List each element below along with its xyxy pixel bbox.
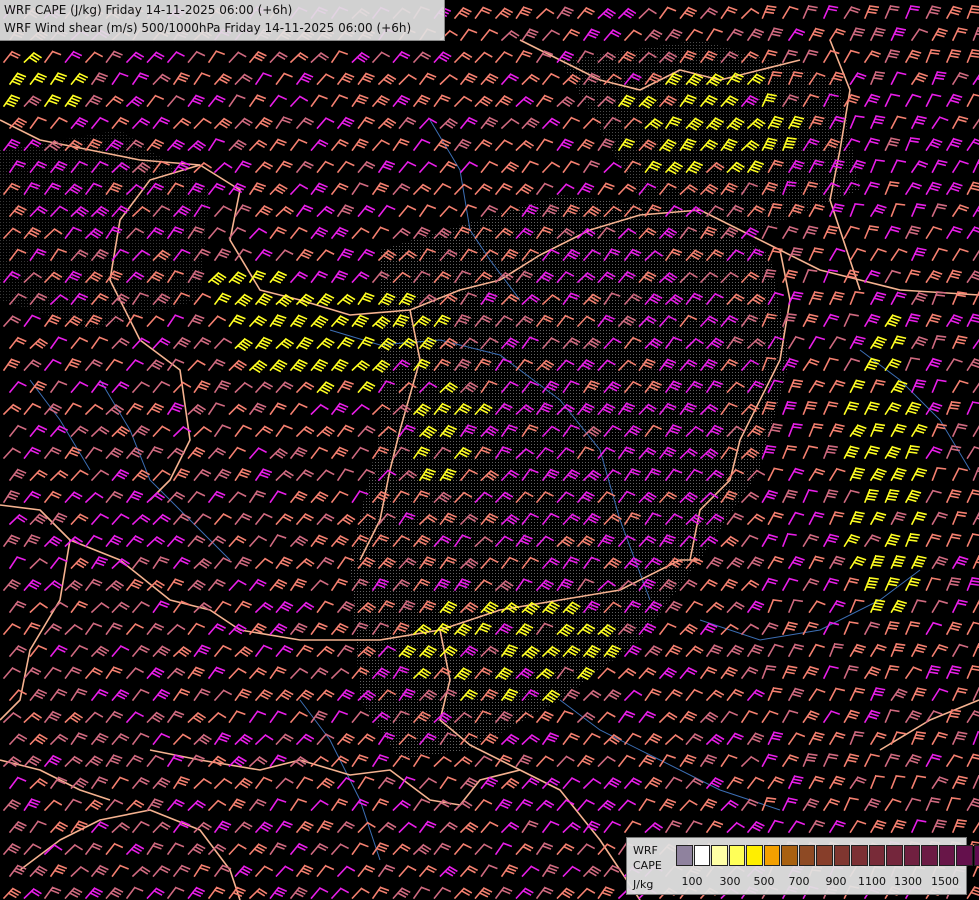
map-title-box: WRF CAPE (J/kg) Friday 14-11-2025 06:00 … xyxy=(0,0,445,41)
legend-swatch xyxy=(938,845,955,866)
legend-swatch xyxy=(711,845,728,866)
legend-swatch xyxy=(781,845,798,866)
legend-swatch xyxy=(746,845,763,866)
legend-tick: 1500 xyxy=(931,875,959,888)
wind-shear-title: WRF Wind shear (m/s) 500/1000hPa Friday … xyxy=(4,21,412,35)
legend-tick: 1300 xyxy=(894,875,922,888)
map-view xyxy=(0,0,979,900)
legend-unit-label: J/kg xyxy=(633,878,654,891)
legend-swatch xyxy=(693,845,710,866)
legend-swatch xyxy=(833,845,850,866)
legend-swatch xyxy=(903,845,920,866)
legend-swatch xyxy=(956,845,973,866)
legend-tick: 300 xyxy=(719,875,741,888)
legend-swatch xyxy=(973,845,979,866)
legend-swatch xyxy=(676,845,693,866)
legend-tick: 900 xyxy=(825,875,847,888)
cape-title: WRF CAPE (J/kg) Friday 14-11-2025 06:00 … xyxy=(4,3,293,17)
legend-tick: 700 xyxy=(788,875,810,888)
legend-swatch xyxy=(763,845,780,866)
legend-tick: 500 xyxy=(753,875,775,888)
legend-variable-label: CAPE xyxy=(633,859,662,872)
legend-tick: 1100 xyxy=(858,875,886,888)
legend-swatch xyxy=(921,845,938,866)
legend-tick: 100 xyxy=(681,875,703,888)
legend-swatch xyxy=(798,845,815,866)
cape-legend: WRF CAPE J/kg 100 300 500 700 900 1100 1300 150… xyxy=(626,837,979,895)
legend-swatch xyxy=(868,845,885,866)
legend-swatch xyxy=(851,845,868,866)
legend-swatch xyxy=(886,845,903,866)
legend-swatch xyxy=(728,845,745,866)
legend-color-scale xyxy=(676,845,979,866)
legend-model-label: WRF xyxy=(633,844,658,857)
legend-swatch xyxy=(816,845,833,866)
